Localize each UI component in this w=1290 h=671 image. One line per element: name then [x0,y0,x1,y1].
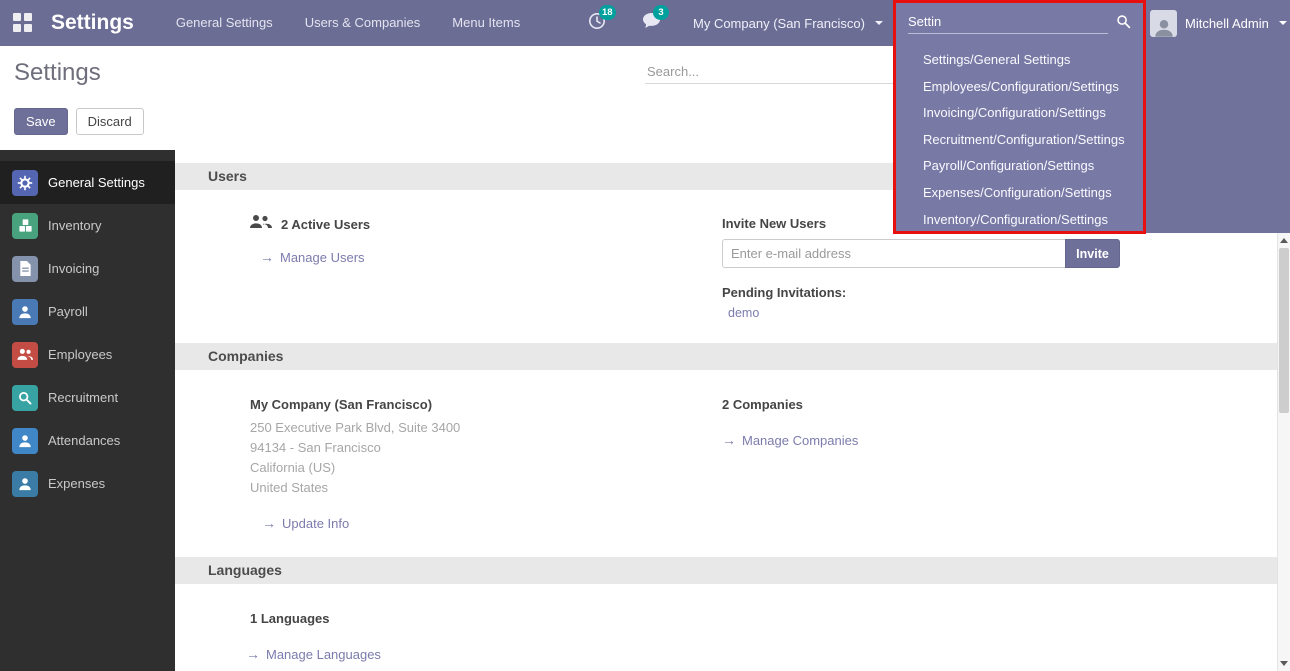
manage-users-label: Manage Users [280,250,365,265]
discard-button[interactable]: Discard [76,108,144,135]
record-search-input[interactable] [645,60,895,84]
sidebar-item-label: Invoicing [48,261,99,276]
sidebar-item-general-settings[interactable]: General Settings [0,161,175,204]
caret-down-icon [1279,21,1287,25]
arrow-right-icon: → [260,249,274,265]
sidebar-item-recruitment[interactable]: Recruitment [0,376,175,419]
page-title: Settings [14,59,101,87]
save-button[interactable]: Save [14,108,68,135]
sidebar-item-employees[interactable]: Employees [0,333,175,376]
boxes-icon [12,213,38,239]
manage-companies-label: Manage Companies [742,433,858,448]
address-line: 94134 - San Francisco [250,438,460,458]
caret-down-icon [875,21,883,25]
sidebar-item-expenses[interactable]: Expenses [0,462,175,505]
manage-languages-label: Manage Languages [266,647,381,662]
search-result-item[interactable]: Expenses/Configuration/Settings [896,180,1143,207]
languages-section-header: Languages [175,557,1277,584]
sidebar-item-invoicing[interactable]: Invoicing [0,247,175,290]
company-name: My Company (San Francisco) [250,397,432,412]
arrow-right-icon: → [722,432,736,448]
settings-sidebar: General Settings Inventory Invoicing Pay… [0,150,175,671]
search-result-item[interactable]: Employees/Configuration/Settings [896,74,1143,101]
update-info-label: Update Info [282,516,349,531]
search-result-item[interactable]: Inventory/Configuration/Settings [896,207,1143,234]
sidebar-item-label: Payroll [48,304,88,319]
pending-invitation-tag[interactable]: demo [728,306,759,320]
messages-button[interactable]: 3 [642,0,661,46]
search-result-item[interactable]: Payroll/Configuration/Settings [896,153,1143,180]
activities-button[interactable]: 18 [588,0,606,46]
current-app-title[interactable]: Settings [51,11,134,35]
arrow-right-icon: → [246,646,260,662]
invite-email-input[interactable] [722,239,1066,268]
odoo-settings-app: Users 2 Active Users → Manage Users Invi… [0,0,1290,671]
scrollbar-thumb[interactable] [1279,248,1289,413]
person-icon [12,299,38,325]
control-panel-search [645,60,895,84]
company-switcher[interactable]: My Company (San Francisco) [693,0,883,46]
control-panel-buttons: Save Discard [14,108,144,135]
search-result-item[interactable]: Invoicing/Configuration/Settings [896,100,1143,127]
menu-search-dropdown: Settings/General Settings Employees/Conf… [893,0,1146,234]
vertical-scrollbar[interactable] [1277,233,1290,671]
navbar-menu: General Settings Users & Companies Menu … [176,0,520,46]
address-line: 250 Executive Park Blvd, Suite 3400 [250,418,460,438]
person-dollar-icon [12,471,38,497]
active-users-row: 2 Active Users [250,214,370,234]
menu-menu-items[interactable]: Menu Items [452,0,520,46]
user-name-label: Mitchell Admin [1185,16,1269,31]
manage-languages-link[interactable]: → Manage Languages [246,646,381,662]
invoice-document-icon [12,256,38,282]
search-result-item[interactable]: Settings/General Settings [896,47,1143,74]
arrow-right-icon: → [262,515,276,531]
sidebar-item-label: Employees [48,347,112,362]
manage-users-link[interactable]: → Manage Users [260,249,365,265]
sidebar-item-label: Recruitment [48,390,118,405]
sidebar-item-payroll[interactable]: Payroll [0,290,175,333]
apps-grid-icon[interactable] [13,13,33,33]
scroll-up-arrow[interactable] [1278,234,1290,247]
activities-badge: 18 [599,5,616,20]
manage-companies-link[interactable]: → Manage Companies [722,432,858,448]
pending-invitations-label: Pending Invitations: [722,285,846,300]
address-line: United States [250,478,460,498]
company-name-label: My Company (San Francisco) [693,16,865,31]
active-users-count: 2 Active Users [281,217,370,232]
user-avatar [1150,10,1177,37]
sidebar-item-label: Expenses [48,476,105,491]
menu-search-results: Settings/General Settings Employees/Conf… [896,47,1143,233]
menu-general-settings[interactable]: General Settings [176,0,273,46]
address-line: California (US) [250,458,460,478]
sidebar-item-attendances[interactable]: Attendances [0,419,175,462]
companies-count: 2 Companies [722,397,803,412]
sidebar-item-label: Inventory [48,218,101,233]
users-group-icon [250,214,272,234]
scroll-down-arrow[interactable] [1278,657,1290,670]
search-result-item[interactable]: Recruitment/Configuration/Settings [896,127,1143,154]
messages-badge: 3 [653,5,669,20]
invite-button[interactable]: Invite [1065,239,1120,268]
company-address: 250 Executive Park Blvd, Suite 3400 9413… [250,418,460,498]
menu-users-companies[interactable]: Users & Companies [305,0,421,46]
search-icon[interactable] [1116,14,1131,34]
menu-search-input[interactable] [908,10,1108,34]
companies-section-header: Companies [175,343,1277,370]
sidebar-item-label: General Settings [48,175,145,190]
gear-icon [12,170,38,196]
sidebar-item-inventory[interactable]: Inventory [0,204,175,247]
invite-new-users-title: Invite New Users [722,216,826,231]
invite-row: Invite [722,239,1120,268]
user-menu[interactable]: Mitchell Admin [1150,0,1287,46]
update-info-link[interactable]: → Update Info [262,515,349,531]
people-icon [12,342,38,368]
magnifier-icon [12,385,38,411]
person-icon [12,428,38,454]
sidebar-item-label: Attendances [48,433,120,448]
languages-count: 1 Languages [250,611,329,626]
